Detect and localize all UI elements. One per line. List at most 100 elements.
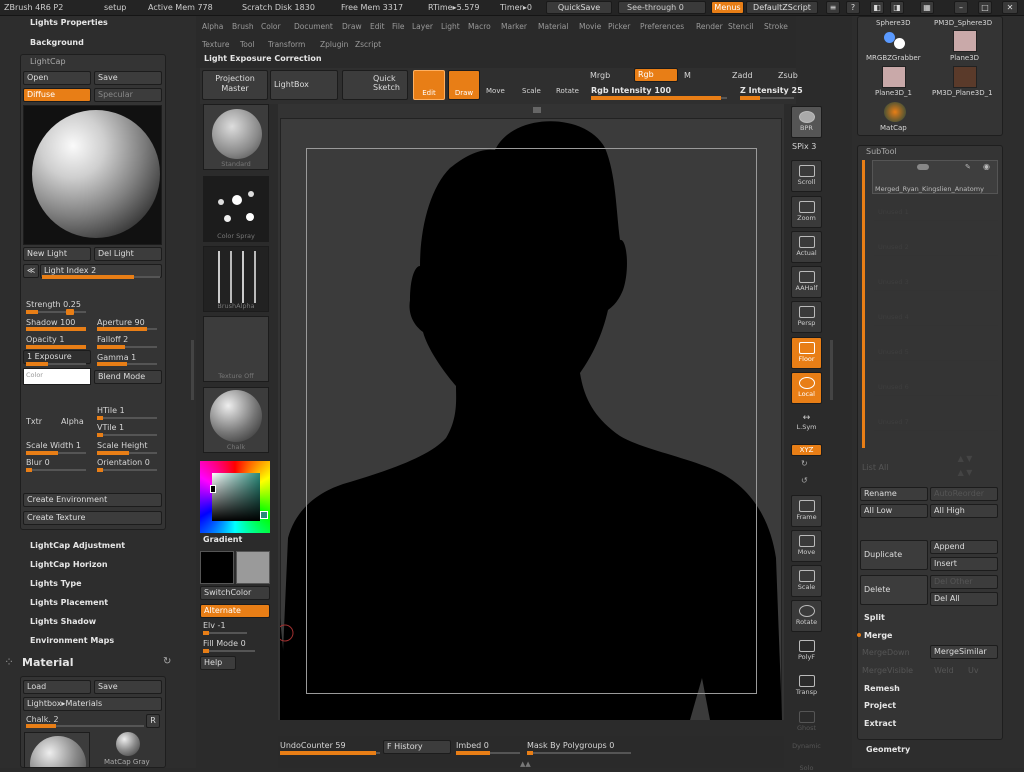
txtr-button[interactable]: Txtr bbox=[26, 417, 42, 426]
subtool-header[interactable]: SubTool bbox=[866, 147, 897, 156]
insert-button[interactable]: Insert bbox=[930, 557, 998, 571]
close-icon[interactable]: ✕ bbox=[1002, 1, 1018, 14]
lightcap-preview[interactable] bbox=[23, 105, 162, 245]
strength-slider[interactable]: Strength 0.25 bbox=[26, 300, 81, 309]
gamma-slider[interactable]: Gamma 1 bbox=[97, 353, 136, 362]
rotate-button[interactable]: Rotate bbox=[556, 87, 579, 95]
tool-plane3d-1-label[interactable]: Plane3D_1 bbox=[875, 89, 912, 97]
menu-picker[interactable]: Picker bbox=[608, 22, 630, 31]
lights-type-header[interactable]: Lights Type bbox=[30, 579, 82, 588]
menu-zplugin[interactable]: Zplugin bbox=[320, 40, 348, 49]
canvas-top-handle[interactable] bbox=[533, 107, 541, 113]
blur-track[interactable] bbox=[26, 468, 86, 472]
actual-button[interactable]: Actual bbox=[791, 231, 822, 263]
dynamic-button[interactable]: Dynamic Solo bbox=[791, 740, 822, 772]
lightbox-materials-button[interactable]: Lightbox▸Materials bbox=[23, 697, 162, 711]
merge-similar-button[interactable]: MergeSimilar bbox=[930, 645, 998, 659]
lights-shadow-header[interactable]: Lights Shadow bbox=[30, 617, 96, 626]
plane3d-thumb[interactable] bbox=[953, 30, 977, 52]
menu-draw[interactable]: Draw bbox=[342, 22, 362, 31]
menu-texture[interactable]: Texture bbox=[202, 40, 229, 49]
subtool-scrollbar[interactable] bbox=[862, 160, 865, 448]
standard-brush-thumb[interactable]: Standard bbox=[203, 104, 269, 170]
mrgbz-grabber-icon[interactable] bbox=[884, 30, 906, 52]
mrgb-button[interactable]: Mrgb bbox=[590, 71, 610, 80]
local-button[interactable]: Local bbox=[791, 372, 822, 404]
opacity-slider[interactable]: Opacity 1 bbox=[26, 335, 64, 344]
bpr-button[interactable]: BPR bbox=[791, 106, 822, 138]
menu-macro[interactable]: Macro bbox=[468, 22, 491, 31]
rotate-view-button[interactable]: Rotate bbox=[791, 600, 822, 632]
aperture-track[interactable] bbox=[97, 327, 157, 331]
menus-button[interactable]: Menus bbox=[711, 1, 744, 14]
imbed-track[interactable] bbox=[456, 751, 520, 755]
quick-sketch-button[interactable]: Quick Sketch bbox=[342, 70, 408, 100]
undo-counter-track[interactable] bbox=[280, 751, 380, 755]
layout-right-icon[interactable]: ◨ bbox=[890, 1, 904, 14]
all-high-button[interactable]: All High bbox=[930, 504, 998, 518]
draw-button[interactable]: Draw bbox=[448, 70, 480, 100]
merge-header[interactable]: Merge bbox=[864, 631, 892, 640]
auto-reorder-button[interactable]: AutoReorder bbox=[930, 487, 998, 501]
move-button[interactable]: Move bbox=[486, 87, 505, 95]
rgb-intensity-track[interactable] bbox=[591, 96, 727, 100]
background-header[interactable]: Background bbox=[30, 38, 84, 47]
del-light-button[interactable]: Del Light bbox=[94, 247, 162, 261]
secondary-color-swatch[interactable] bbox=[236, 551, 270, 584]
brush-alpha-thumb[interactable]: BrushAlpha bbox=[203, 246, 269, 312]
append-button[interactable]: Append bbox=[930, 540, 998, 554]
uv-button[interactable]: Uv bbox=[968, 666, 979, 675]
scale-button[interactable]: Scale bbox=[522, 87, 541, 95]
menu-light[interactable]: Light bbox=[441, 22, 460, 31]
refresh-icon[interactable]: ↻ bbox=[163, 656, 171, 667]
diffuse-button[interactable]: Diffuse bbox=[23, 88, 91, 102]
history-button[interactable]: F History bbox=[383, 740, 451, 754]
undo-counter-slider[interactable]: UndoCounter 59 bbox=[280, 741, 346, 750]
menu-layer[interactable]: Layer bbox=[412, 22, 433, 31]
tool-pm3d-plane3d-1-label[interactable]: PM3D_Plane3D_1 bbox=[932, 89, 993, 97]
project-header[interactable]: Project bbox=[864, 701, 896, 710]
menu-render[interactable]: Render bbox=[696, 22, 723, 31]
menu-tool[interactable]: Tool bbox=[240, 40, 255, 49]
frame-button[interactable]: Frame bbox=[791, 495, 822, 527]
fill-mode-track[interactable] bbox=[203, 649, 255, 653]
htile-slider[interactable]: HTile 1 bbox=[97, 406, 125, 415]
matcap-gray-thumb[interactable] bbox=[116, 732, 140, 756]
opacity-track[interactable] bbox=[26, 345, 86, 349]
material-header[interactable]: Material bbox=[22, 656, 73, 669]
plane3d-1-thumb[interactable] bbox=[882, 66, 906, 88]
move-view-button[interactable]: Move bbox=[791, 530, 822, 562]
htile-track[interactable] bbox=[97, 416, 157, 420]
orientation-track[interactable] bbox=[97, 468, 157, 472]
specular-button[interactable]: Specular bbox=[94, 88, 162, 102]
merge-visible-button[interactable]: MergeVisible bbox=[862, 666, 913, 675]
tool-mrgbzgrabber-label[interactable]: MRGBZGrabber bbox=[866, 54, 921, 62]
aperture-slider[interactable]: Aperture 90 bbox=[97, 318, 145, 327]
maximize-icon[interactable]: □ bbox=[978, 1, 992, 14]
chalk-material-thumb[interactable] bbox=[24, 732, 90, 768]
elv-slider[interactable]: Elv -1 bbox=[203, 621, 226, 630]
scale-view-button[interactable]: Scale bbox=[791, 565, 822, 597]
aahalf-button[interactable]: AAHalf bbox=[791, 266, 822, 298]
projection-master-button[interactable]: Projection Master bbox=[202, 70, 268, 100]
gamma-track[interactable] bbox=[97, 362, 157, 366]
light-index-track[interactable] bbox=[42, 275, 160, 279]
scroll-button[interactable]: Scroll bbox=[791, 160, 822, 192]
split-header[interactable]: Split bbox=[864, 613, 885, 622]
blend-mode-button[interactable]: Blend Mode bbox=[94, 370, 162, 384]
all-low-button[interactable]: All Low bbox=[860, 504, 928, 518]
menu-document[interactable]: Document bbox=[294, 22, 333, 31]
subtool-arrows-icon[interactable]: ▲ ▼ ▲ ▼ bbox=[932, 452, 998, 482]
imbed-slider[interactable]: Imbed 0 bbox=[456, 741, 489, 750]
menu-transform[interactable]: Transform bbox=[268, 40, 305, 49]
see-through-slider[interactable]: See-through 0 bbox=[618, 1, 706, 14]
chalk-track[interactable] bbox=[26, 724, 144, 728]
mask-by-polygroups-slider[interactable]: Mask By Polygroups 0 bbox=[527, 741, 614, 750]
left-scroll-handle[interactable] bbox=[191, 340, 194, 400]
z-intensity-slider[interactable]: Z Intensity 25 bbox=[740, 86, 803, 95]
floor-button[interactable]: Floor bbox=[791, 337, 822, 369]
help-icon[interactable]: ? bbox=[846, 1, 860, 14]
edit-button[interactable]: Edit bbox=[413, 70, 445, 100]
new-light-button[interactable]: New Light bbox=[23, 247, 91, 261]
color-swatch[interactable]: Color bbox=[23, 368, 91, 385]
